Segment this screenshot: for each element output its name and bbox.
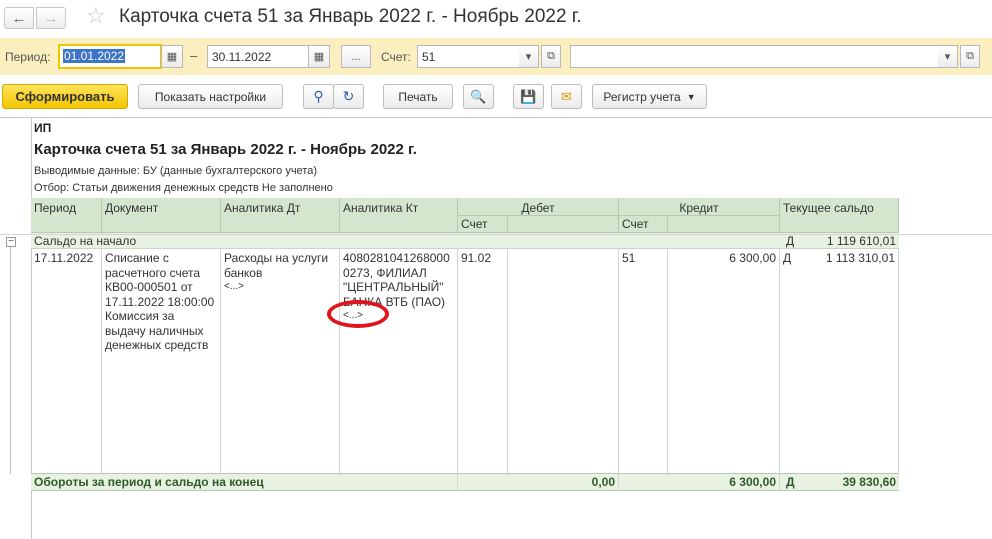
row-document-line: выдачу наличных [105,323,204,338]
account-input[interactable]: 51 [417,45,520,68]
row-debit-account: 91.02 [458,249,508,473]
search-refresh-icon[interactable]: ↻ [333,84,364,109]
header-debit: Дебет [458,198,619,216]
organization-input[interactable] [570,45,939,68]
email-icon[interactable]: ✉ [551,84,582,109]
period-bar: Период: 01.01.2022 ▦ – 30.11.2022 ▦ ... … [0,38,992,75]
favorite-star-icon[interactable]: ☆ [86,3,106,29]
highlight-circle [327,300,389,328]
totals-side: Д [786,475,795,489]
generate-button[interactable]: Сформировать [2,84,128,109]
row-debit-amount [508,249,619,473]
header-balance: Текущее сальдо [780,198,899,233]
header-credit: Кредит [619,198,780,216]
registry-dropdown-button[interactable]: Регистр учета ▼ [592,84,707,109]
show-settings-button[interactable]: Показать настройки [138,84,283,109]
totals-label: Обороты за период и сальдо на конец [31,474,458,490]
row-document-line: КВ00-000501 от [105,280,193,294]
row-analytics-kt[interactable]: 4080281041268000 0273, ФИЛИАЛ "ЦЕНТРАЛЬН… [340,249,458,473]
choose-period-button[interactable]: ... [341,45,371,68]
period-dash: – [190,48,198,63]
row-date: 17.11.2022 [31,249,102,473]
period-to-value: 30.11.2022 [212,50,272,64]
organization-dropdown-icon[interactable]: ▾ [938,45,958,68]
header-period: Период [31,198,102,233]
registry-label: Регистр учета [603,89,681,104]
totals-credit: 6 300,00 [619,474,780,490]
period-to-input[interactable]: 30.11.2022 [207,45,309,68]
row-analytics-dt-more[interactable]: <...> [224,280,336,295]
header-analytics-dt: Аналитика Дт [221,198,340,233]
row-analytics-kt-line: 4080281041268000 [343,251,450,265]
account-dropdown-icon[interactable]: ▾ [519,45,539,68]
totals-debit: 0,00 [458,474,619,490]
account-label: Счет: [381,50,411,64]
grid-top-line [0,234,992,235]
row-analytics-dt-line: банков [224,265,263,280]
toolbar: Сформировать Показать настройки ⚲ ↻ Печа… [0,82,992,112]
header-credit-amount [668,216,780,233]
row-document[interactable]: Списание с расчетного счета КВ00-000501 … [102,249,221,473]
header-debit-account: Счет [458,216,508,233]
print-preview-icon[interactable]: 🔍 [463,84,494,109]
window-title: Карточка счета 51 за Январь 2022 г. - Но… [119,6,582,27]
header-debit-amount [508,216,619,233]
report-organization: ИП [34,121,52,135]
row-credit-account: 51 [619,249,668,473]
chevron-down-icon: ▼ [686,91,696,102]
row-document-line: расчетного счета [105,265,201,280]
header-analytics-kt: Аналитика Кт [340,198,458,233]
group-bracket [10,242,11,474]
header-document: Документ [102,198,221,233]
row-balance-value: 1 113 310,01 [800,249,899,473]
opening-balance-label: Сальдо на начало [34,234,137,248]
period-from-input[interactable]: 01.01.2022 [58,44,162,69]
row-document-line: Комиссия за [105,309,175,323]
report-filter: Отбор: Статьи движения денежных средств … [34,182,333,194]
opening-balance-side: Д [786,234,795,248]
header-credit-account: Счет [619,216,668,233]
period-label: Период: [5,50,51,64]
save-icon[interactable]: 💾 [513,84,544,109]
print-button[interactable]: Печать [383,84,453,109]
report-area[interactable]: ИП Карточка счета 51 за Январь 2022 г. -… [0,117,992,539]
row-analytics-dt-line: Расходы на услуги [224,251,329,265]
forward-arrow-icon[interactable]: → [36,7,66,29]
totals-balance: 39 830,60 [842,475,896,489]
calendar-to-icon[interactable]: ▦ [308,45,330,68]
search-icon[interactable]: ⚲ [303,84,334,109]
period-from-value: 01.01.2022 [63,49,126,63]
calendar-from-icon[interactable]: ▦ [161,45,183,68]
report-title: Карточка счета 51 за Январь 2022 г. - Но… [34,141,417,158]
report-displayed-data: Выводимые данные: БУ (данные бухгалтерск… [34,165,317,177]
row-credit-amount: 6 300,00 [668,249,780,473]
back-arrow-icon[interactable]: ← [4,7,34,29]
row-analytics-kt-line: 0273, ФИЛИАЛ [343,265,427,280]
title-bar: ← → ☆ Карточка счета 51 за Январь 2022 г… [0,0,992,36]
row-analytics-dt[interactable]: Расходы на услуги банков <...> [221,249,340,473]
row-document-line: Списание с [105,251,169,265]
account-open-icon[interactable]: ⧉ [541,45,561,68]
opening-balance-value: 1 119 610,01 [826,234,896,248]
row-analytics-kt-line: "ЦЕНТРАЛЬНЫЙ" [343,280,444,294]
row-balance-side: Д [783,251,792,265]
organization-open-icon[interactable]: ⧉ [960,45,980,68]
account-value: 51 [422,50,436,64]
collapse-group-icon[interactable]: − [6,237,16,247]
row-document-line: денежных средств [105,338,209,352]
row-document-line: 17.11.2022 18:00:00 [105,294,215,309]
